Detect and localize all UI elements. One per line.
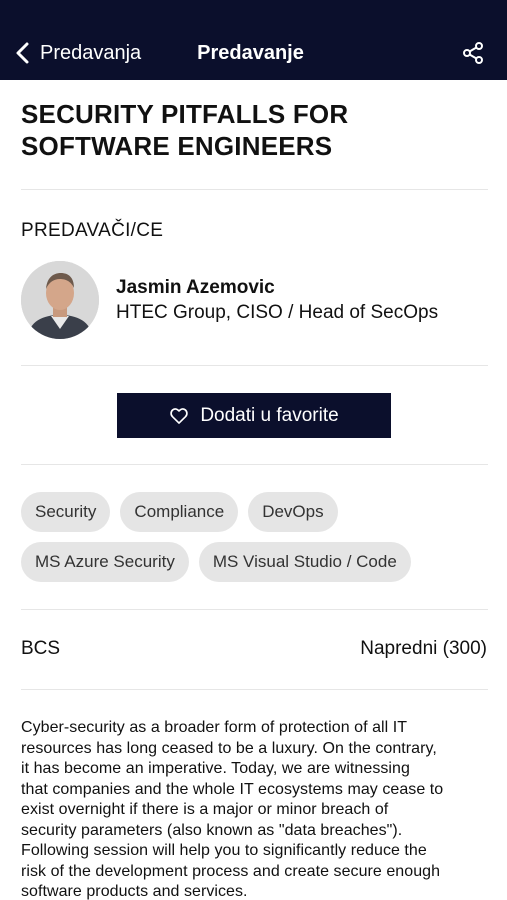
divider (21, 689, 488, 690)
level-label: Napredni (300) (360, 638, 487, 659)
divider (21, 189, 488, 190)
tag-chip[interactable]: MS Azure Security (21, 542, 189, 582)
speaker-photo (21, 261, 99, 339)
speakers-section-label: PREDAVAČI/CE (21, 220, 164, 241)
lecture-title-line: SECURITY PITFALLS FOR (21, 99, 349, 129)
navigation-bar: Predavanja Predavanje (0, 0, 507, 80)
tag-chip[interactable]: Compliance (120, 492, 239, 532)
heart-icon (170, 407, 189, 424)
back-label: Predavanja (40, 41, 142, 64)
speaker-name: Jasmin Azemovic (116, 276, 275, 298)
description-line: resources has long ceased to be a luxury… (21, 739, 437, 757)
speaker-role: HTEC Group, CISO / Head of SecOps (116, 301, 439, 323)
description-line: risk of the development process and crea… (21, 862, 441, 880)
tag-chip[interactable]: DevOps (248, 492, 338, 532)
tag-chip[interactable]: Security (21, 492, 111, 532)
lecture-info-row: BCS Napredni (300) (21, 638, 487, 660)
lecture-description: Cyber-security as a broader form of prot… (21, 718, 491, 900)
track-label: BCS (21, 638, 61, 659)
chevron-left-icon (16, 42, 29, 64)
page-title: Predavanje (197, 41, 304, 64)
speaker-item[interactable]: Jasmin Azemovic HTEC Group, CISO / Head … (21, 260, 488, 340)
tag-chip[interactable]: MS Visual Studio / Code (198, 542, 411, 582)
add-to-favorites-button[interactable]: Dodati u favorite (117, 393, 391, 438)
tag-list: Security Compliance DevOps MS Azure Secu… (21, 492, 488, 592)
description-line: that companies and the whole IT ecosyste… (21, 780, 444, 798)
lecture-title: SECURITY PITFALLS FOR SOFTWARE ENGINEERS (21, 98, 488, 162)
share-icon[interactable] (461, 41, 485, 65)
description-line: software products and services. (21, 883, 248, 900)
description-line: Following session will help you to signi… (21, 842, 427, 859)
divider (21, 464, 488, 465)
add-to-favorites-label: Dodati u favorite (200, 404, 339, 426)
back-button[interactable]: Predavanja (14, 38, 141, 68)
lecture-title-line: SOFTWARE ENGINEERS (21, 131, 333, 161)
description-line: security parameters (also known as "data… (21, 821, 403, 839)
divider (21, 365, 488, 366)
avatar (21, 261, 99, 339)
description-line: exist overnight if there is a major or m… (21, 801, 389, 818)
description-line: it has become an imperative. Today, we a… (21, 760, 410, 777)
description-line: Cyber-security as a broader form of prot… (21, 719, 408, 736)
divider (21, 609, 488, 610)
